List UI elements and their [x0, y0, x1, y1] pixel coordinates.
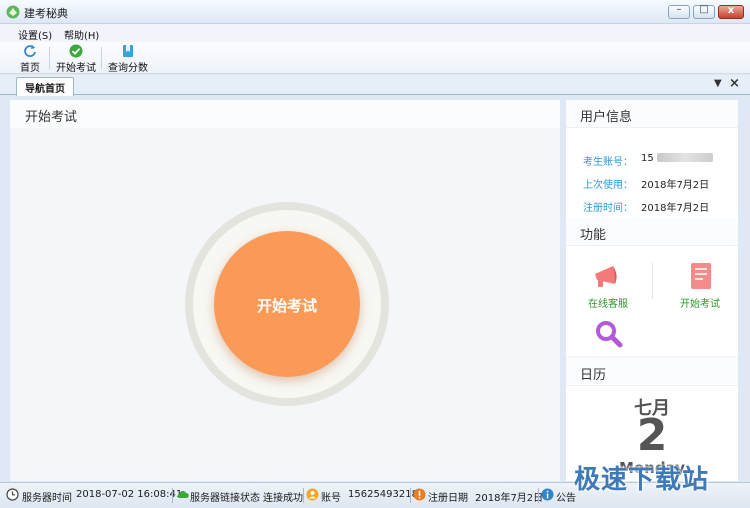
toolbar: 首页 开始考试 查询分数 — [0, 42, 750, 74]
status-separator — [303, 488, 304, 503]
menu-bar: 设置(S) 帮助(H) — [0, 24, 750, 42]
server-link-label: 服务器链接状态 — [190, 493, 260, 504]
functions-title: 功能 — [580, 228, 607, 243]
tab-strip: 导航首页 ▼ × — [0, 75, 750, 96]
start-exam-function-button[interactable]: 开始考试 — [672, 262, 728, 310]
status-separator — [410, 488, 411, 503]
clock-icon — [6, 488, 19, 501]
functions-header: 功能 — [566, 218, 738, 246]
start-exam-button[interactable]: 开始考试 — [214, 231, 360, 377]
function-separator — [652, 263, 653, 299]
main-panel-header: 开始考试 — [10, 100, 560, 128]
start-exam-toolbar-label: 开始考试 — [56, 63, 96, 74]
online-service-button[interactable]: 在线客服 — [580, 262, 636, 310]
minimize-icon: – — [676, 4, 682, 15]
calendar-header: 日历 — [566, 358, 738, 386]
search-icon — [596, 321, 623, 348]
info-row-register-time: 注册时间： 2018年7月2日 — [566, 199, 738, 215]
title-bar: 建考秘典 – □ x — [0, 0, 750, 24]
redacted-blur — [656, 153, 713, 162]
info-icon — [541, 488, 554, 501]
calendar-title: 日历 — [580, 368, 607, 383]
start-exam-toolbar-button[interactable]: 开始考试 — [55, 44, 97, 74]
tab-home-navigation[interactable]: 导航首页 — [16, 77, 74, 96]
menu-help[interactable]: 帮助(H) — [64, 27, 99, 42]
user-account-icon — [306, 488, 319, 501]
toolbar-separator — [49, 47, 50, 69]
app-logo-icon — [6, 5, 20, 19]
register-time-label: 注册时间： — [583, 203, 633, 214]
minimize-button[interactable]: – — [668, 4, 690, 19]
calendar-day: 2 — [636, 410, 668, 461]
user-info-title: 用户信息 — [580, 110, 633, 125]
status-separator — [538, 488, 539, 503]
register-date-value: 2018年7月2日 — [475, 493, 544, 504]
info-row-last-used: 上次使用： 2018年7月2日 — [566, 176, 738, 192]
close-window-button[interactable]: x — [718, 5, 744, 19]
close-icon: x — [727, 5, 735, 16]
last-used-label: 上次使用： — [583, 180, 633, 191]
start-exam-function-label: 开始考试 — [680, 299, 720, 310]
account-status-value: 15625493218 — [348, 489, 418, 500]
tab-dropdown-icon[interactable]: ▼ — [714, 78, 722, 89]
megaphone-icon — [595, 266, 617, 287]
account-value: 15 — [641, 153, 713, 164]
toolbar-separator — [101, 47, 102, 69]
bookmark-icon — [123, 45, 133, 57]
register-time-value: 2018年7月2日 — [641, 203, 710, 214]
warning-icon — [413, 488, 426, 501]
query-score-button[interactable]: 查询分数 — [107, 44, 149, 74]
account-status-label: 账号 — [321, 493, 341, 504]
maximize-icon: □ — [699, 4, 709, 15]
home-button[interactable]: 首页 — [14, 44, 46, 74]
check-circle-icon — [69, 44, 83, 58]
info-row-account: 考生账号： 15 — [566, 153, 738, 169]
start-button-ring: 开始考试 — [185, 202, 389, 406]
menu-settings[interactable]: 设置(S) — [18, 27, 52, 42]
register-date-label: 注册日期 — [428, 493, 468, 504]
server-link-value: 连接成功 — [263, 493, 303, 504]
main-panel: 开始考试 开始考试 — [10, 100, 560, 481]
query-score-label: 查询分数 — [108, 63, 148, 74]
server-time-value: 2018-07-02 16:08:41 — [76, 489, 183, 500]
window-title: 建考秘典 — [24, 7, 68, 20]
document-icon — [691, 263, 711, 289]
refresh-icon — [24, 45, 36, 57]
search-function-button[interactable] — [594, 320, 624, 353]
user-info-panel: 用户信息 考生账号： 15 上次使用： 2018年7月2日 注册时间： 2018… — [566, 100, 738, 218]
start-exam-button-label: 开始考试 — [256, 297, 317, 315]
watermark-logo: 极速下载站 — [574, 465, 710, 495]
server-time-label: 服务器时间 — [22, 493, 72, 504]
last-used-value: 2018年7月2日 — [641, 180, 710, 191]
account-label: 考生账号： — [583, 157, 633, 168]
tab-close-icon[interactable]: × — [729, 76, 740, 91]
status-separator — [172, 488, 173, 503]
maximize-button[interactable]: □ — [693, 4, 715, 19]
online-service-label: 在线客服 — [588, 299, 628, 310]
home-button-label: 首页 — [20, 63, 40, 74]
cloud-icon — [177, 490, 189, 498]
right-sidebar: 用户信息 考生账号： 15 上次使用： 2018年7月2日 注册时间： 2018… — [566, 100, 738, 481]
user-info-header: 用户信息 — [566, 100, 738, 128]
main-panel-title: 开始考试 — [25, 110, 78, 125]
notice-label[interactable]: 公告 — [556, 489, 576, 504]
